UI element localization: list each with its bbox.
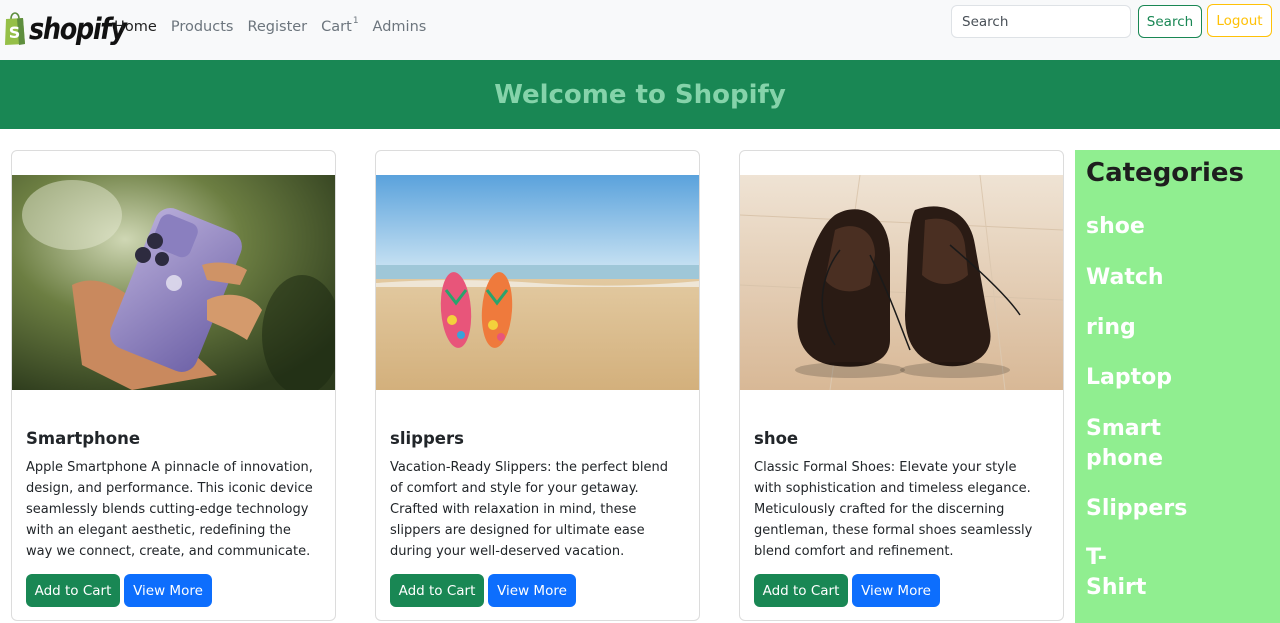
category-smart-phone[interactable]: Smart phone xyxy=(1086,414,1166,474)
product-image-smartphone xyxy=(12,175,335,390)
hero-banner: Welcome to Shopify xyxy=(0,60,1280,129)
product-card-smartphone: Smartphone Apple Smartphone A pinnacle o… xyxy=(11,150,336,621)
nav-admins[interactable]: Admins xyxy=(373,19,427,35)
product-description: Vacation-Ready Slippers: the perfect ble… xyxy=(390,460,669,559)
hero-title: Welcome to Shopify xyxy=(494,79,786,110)
nav-cart[interactable]: Cart1 xyxy=(321,16,359,35)
categories-title: Categories xyxy=(1086,158,1245,188)
add-to-cart-button[interactable]: Add to Cart xyxy=(26,574,120,607)
product-description: Apple Smartphone A pinnacle of innovatio… xyxy=(26,460,313,559)
product-card-shoe: shoe Classic Formal Shoes: Elevate your … xyxy=(739,150,1064,621)
product-title: slippers xyxy=(390,429,464,448)
view-more-button[interactable]: View More xyxy=(124,574,212,607)
nav-links: Home Products Register Cart1 Admins xyxy=(114,16,427,35)
svg-text:S: S xyxy=(9,23,21,42)
brand-name: shopify xyxy=(29,12,127,46)
category-slippers[interactable]: Slippers xyxy=(1086,494,1196,524)
product-card-slippers: slippers Vacation-Ready Slippers: the pe… xyxy=(375,150,700,621)
product-image-slippers xyxy=(376,175,699,390)
categories-sidebar: Categories shoe Watch ring Laptop Smart … xyxy=(1075,150,1280,623)
nav-home[interactable]: Home xyxy=(114,19,157,35)
view-more-button[interactable]: View More xyxy=(852,574,940,607)
product-title: shoe xyxy=(754,429,799,448)
product-title: Smartphone xyxy=(26,429,141,448)
search-input[interactable] xyxy=(951,5,1131,38)
product-description: Classic Formal Shoes: Elevate your style… xyxy=(754,460,1033,559)
navbar: S shopify Home Products Register Cart1 A… xyxy=(0,0,1280,60)
category-ring[interactable]: ring xyxy=(1086,313,1196,343)
category-watch[interactable]: Watch xyxy=(1086,263,1196,293)
product-image-shoe xyxy=(740,175,1063,390)
nav-register[interactable]: Register xyxy=(247,19,307,35)
category-shoe[interactable]: shoe xyxy=(1086,212,1196,242)
shopify-bag-icon: S xyxy=(4,12,26,46)
add-to-cart-button[interactable]: Add to Cart xyxy=(754,574,848,607)
category-t-shirt[interactable]: T-Shirt xyxy=(1086,543,1146,603)
search-button[interactable]: Search xyxy=(1138,5,1202,38)
nav-products[interactable]: Products xyxy=(171,19,234,35)
nav-cart-label: Cart xyxy=(321,19,352,35)
category-laptop[interactable]: Laptop xyxy=(1086,363,1196,393)
add-to-cart-button[interactable]: Add to Cart xyxy=(390,574,484,607)
cart-count-badge: 1 xyxy=(352,16,359,26)
logout-button[interactable]: Logout xyxy=(1207,4,1272,37)
view-more-button[interactable]: View More xyxy=(488,574,576,607)
